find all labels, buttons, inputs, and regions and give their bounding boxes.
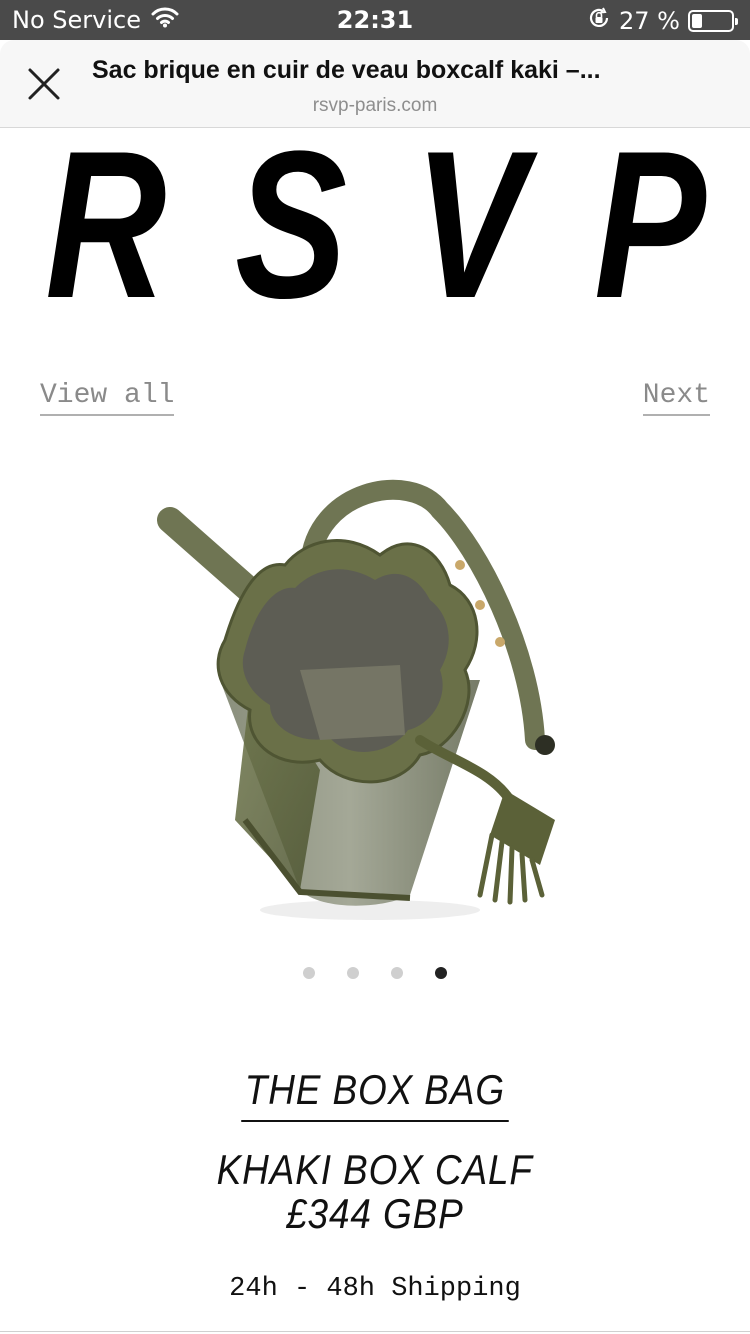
product-price-row: £344 GBP	[0, 1190, 750, 1238]
product-name[interactable]: THE BOX BAG	[241, 1066, 509, 1122]
battery-icon	[688, 10, 738, 32]
rsvp-logo[interactable]: R S V P	[30, 107, 720, 342]
carousel-dot[interactable]	[435, 967, 447, 979]
battery-percent: 27 %	[619, 7, 680, 35]
logo-letter-s: S	[235, 107, 348, 342]
battery-nub	[735, 18, 738, 25]
carousel-dots	[0, 967, 750, 979]
khaki-bucket-bag-image	[157, 479, 555, 920]
carousel-dot[interactable]	[391, 967, 403, 979]
battery-fill	[692, 14, 702, 28]
logo-letter-r: R	[45, 107, 167, 342]
next-link[interactable]: Next	[642, 380, 710, 416]
status-right: 27 %	[587, 6, 738, 36]
view-all-link[interactable]: View all	[40, 380, 175, 416]
product-name-row: THE BOX BAG	[0, 1066, 750, 1122]
carousel-dot[interactable]	[303, 967, 315, 979]
product-variant-row: KHAKI BOX CALF	[0, 1146, 750, 1194]
logo-letter-p: P	[593, 107, 706, 342]
product-variant: KHAKI BOX CALF	[216, 1146, 534, 1193]
orientation-lock-icon	[587, 6, 611, 36]
status-bar: No Service 22:31 27 %	[0, 0, 750, 40]
carousel-dot[interactable]	[347, 967, 359, 979]
product-image[interactable]	[150, 470, 600, 930]
logo-letter-v: V	[414, 107, 527, 342]
divider	[0, 1331, 750, 1332]
product-price: £344 GBP	[286, 1190, 464, 1237]
shipping-info: 24h - 48h Shipping	[229, 1274, 521, 1304]
page-title: Sac brique en cuir de veau boxcalf kaki …	[92, 56, 601, 84]
